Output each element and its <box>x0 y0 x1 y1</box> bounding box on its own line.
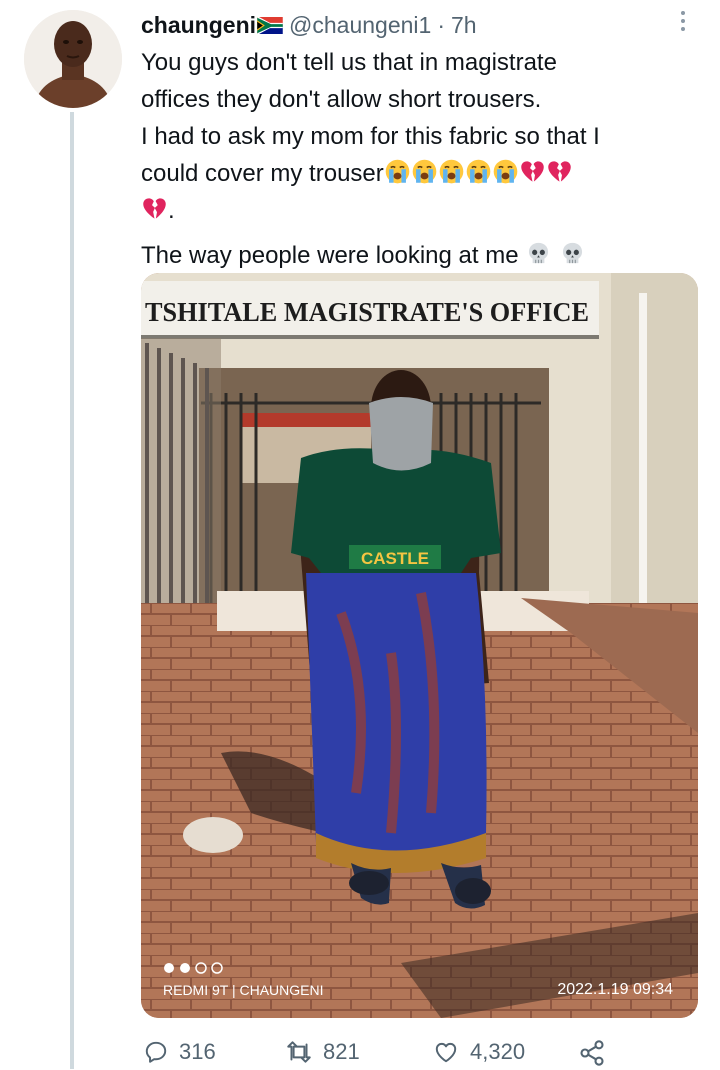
tweet-text-line: You guys don't tell us that in magistrat… <box>141 49 557 76</box>
tweet-text-line: The way people were looking at me <box>141 242 519 269</box>
user-handle[interactable]: @chaungeni1 <box>289 12 431 39</box>
retweet-icon <box>287 1041 311 1063</box>
loudly-crying-face-emoji <box>493 159 518 184</box>
loudly-crying-face-emoji <box>466 159 491 184</box>
loudly-crying-face-emoji <box>439 159 464 184</box>
timestamp[interactable]: 7h <box>451 12 477 39</box>
separator: · <box>437 11 445 38</box>
tweet-text-line-emojis: The way people were looking at me <box>141 237 681 274</box>
tweet-text: You guys don't tell us that in magistrat… <box>141 44 681 274</box>
action-bar: 316 821 4,320 <box>0 1038 720 1070</box>
reply-count: 316 <box>179 1039 216 1064</box>
heart-icon <box>435 1042 457 1063</box>
tweet-photo[interactable]: TSHITALE MAGISTRATE'S OFFICE CASTLE REDM… <box>141 273 698 1018</box>
tweet-text-line: could cover my trouser <box>141 160 384 187</box>
like-button[interactable]: 4,320 <box>432 1039 525 1065</box>
reply-button[interactable]: 316 <box>143 1039 216 1065</box>
skull-emoji <box>529 242 549 264</box>
more-options-icon[interactable] <box>672 6 694 36</box>
tweet-text-line: I had to ask my mom for this fabric so t… <box>141 123 600 150</box>
broken-heart-emoji <box>548 161 571 182</box>
loudly-crying-face-emoji <box>412 159 437 184</box>
like-count: 4,320 <box>470 1039 526 1064</box>
share-button[interactable] <box>578 1039 606 1067</box>
avatar[interactable] <box>24 10 122 108</box>
thread-line <box>70 112 74 1069</box>
tweet-text-line-emojis: . <box>141 192 681 229</box>
tweet-header: chaungeni @chaungeni1 · 7h <box>141 10 477 40</box>
share-icon <box>580 1040 604 1066</box>
tweet-text-line: offices they don't allow short trousers. <box>141 86 542 113</box>
broken-heart-emoji <box>521 161 544 182</box>
sign-text: TSHITALE MAGISTRATE'S OFFICE <box>145 297 589 327</box>
tweet-text-line-emojis: could cover my trouser <box>141 155 681 192</box>
broken-heart-emoji <box>143 198 166 219</box>
tweet-text-period: . <box>168 197 175 224</box>
retweet-count: 821 <box>323 1039 360 1064</box>
loudly-crying-face-emoji <box>385 159 410 184</box>
jersey-text: CASTLE <box>361 549 429 568</box>
watermark-datetime: 2022.1.19 09:34 <box>557 981 673 998</box>
reply-icon <box>145 1041 167 1063</box>
retweet-button[interactable]: 821 <box>285 1039 360 1065</box>
south-africa-flag-icon <box>257 16 283 34</box>
watermark-device: REDMI 9T | CHAUNGENI <box>163 982 324 998</box>
display-name[interactable]: chaungeni <box>141 12 256 39</box>
photo-scene: TSHITALE MAGISTRATE'S OFFICE CASTLE REDM… <box>141 273 698 1018</box>
skull-emoji <box>562 242 582 264</box>
avatar-photo <box>24 10 122 108</box>
